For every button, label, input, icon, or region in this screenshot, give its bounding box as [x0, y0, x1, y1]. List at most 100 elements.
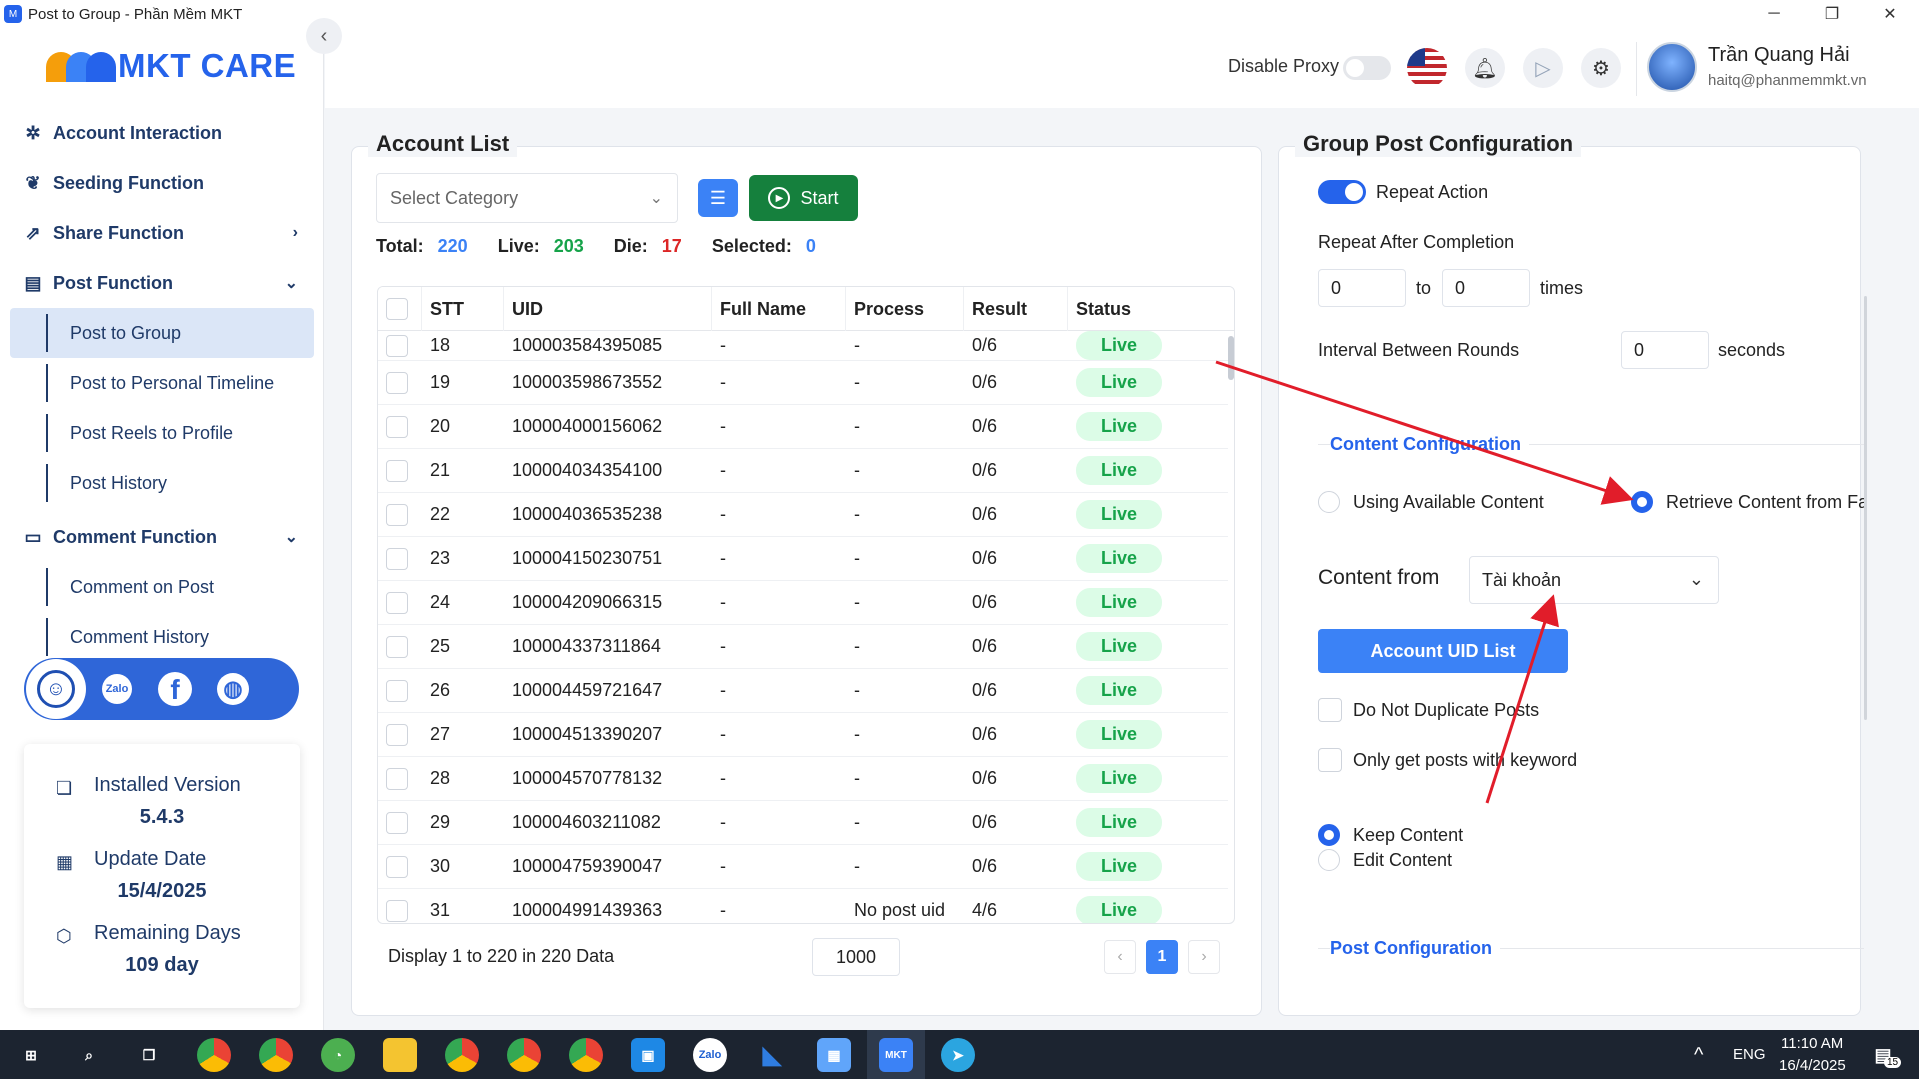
next-page-button[interactable]: › [1188, 940, 1220, 974]
app-icon[interactable]: ◣ [755, 1038, 789, 1072]
zalo-icon[interactable]: Zalo [693, 1038, 727, 1072]
minimize-button[interactable]: ─ [1745, 0, 1803, 28]
row-checkbox[interactable] [386, 855, 408, 878]
config-scrollbar[interactable] [1864, 296, 1867, 720]
chrome-icon[interactable] [569, 1038, 603, 1072]
proxy-toggle[interactable] [1343, 56, 1391, 80]
bell-icon[interactable]: 🔔︎ [1465, 48, 1505, 88]
row-checkbox[interactable] [386, 371, 408, 394]
filter-button[interactable]: ☰ [698, 179, 738, 217]
row-checkbox[interactable] [386, 723, 408, 746]
mkt-care-icon[interactable]: MKT [879, 1038, 913, 1072]
row-checkbox[interactable] [386, 415, 408, 438]
retrieve-content-radio[interactable] [1631, 491, 1653, 513]
table-row[interactable]: 18 100003584395085 - - 0/6 Live [378, 331, 1228, 361]
column-header[interactable]: Full Name [712, 287, 846, 331]
row-checkbox[interactable] [386, 767, 408, 790]
row-checkbox[interactable] [386, 459, 408, 482]
chrome-icon[interactable] [445, 1038, 479, 1072]
table-row[interactable]: 28 100004570778132 - - 0/6 Live [378, 757, 1228, 801]
sidebar-item-comment-function[interactable]: ▭ Comment Function ⌄ [0, 512, 324, 562]
table-row[interactable]: 22 100004036535238 - - 0/6 Live [378, 493, 1228, 537]
support-icon[interactable]: ☺ [26, 659, 86, 719]
sidebar-item-comment-history[interactable]: Comment History [0, 612, 324, 662]
avatar[interactable] [1647, 42, 1697, 92]
sidebar-item-account-interaction[interactable]: ✲ Account Interaction [0, 108, 324, 158]
search-icon[interactable]: ⌕ [72, 1038, 106, 1072]
table-row[interactable]: 21 100004034354100 - - 0/6 Live [378, 449, 1228, 493]
edit-content-radio[interactable] [1318, 849, 1340, 871]
column-header[interactable]: Result [964, 287, 1068, 331]
restore-button[interactable]: ❐ [1803, 0, 1861, 28]
app-icon[interactable]: ◔ [321, 1038, 355, 1072]
row-checkbox[interactable] [386, 547, 408, 570]
table-row[interactable]: 31 100004991439363 - No post uid 4/6 Live [378, 889, 1228, 923]
zalo-icon[interactable]: Zalo [90, 662, 144, 716]
page-button[interactable]: 1 [1146, 940, 1178, 974]
sidebar-item-post-reels-to-profile[interactable]: Post Reels to Profile [0, 408, 324, 458]
select-all-checkbox[interactable] [386, 298, 408, 320]
app-icon[interactable]: ▦ [817, 1038, 851, 1072]
clock-time[interactable]: 11:10 AM [1781, 1035, 1843, 1052]
using-available-content-radio[interactable] [1318, 491, 1340, 513]
chrome-icon[interactable] [507, 1038, 541, 1072]
table-row[interactable]: 29 100004603211082 - - 0/6 Live [378, 801, 1228, 845]
column-header[interactable]: Process [846, 287, 964, 331]
chrome-icon[interactable] [259, 1038, 293, 1072]
keyword-checkbox[interactable] [1318, 748, 1342, 772]
start-button[interactable]: ▶ Start [749, 175, 858, 221]
task-view-icon[interactable]: ❐ [132, 1038, 166, 1072]
row-checkbox[interactable] [386, 635, 408, 658]
play-icon[interactable]: ▷ [1523, 48, 1563, 88]
sidebar-item-post-function[interactable]: ▤ Post Function ⌄ [0, 258, 324, 308]
row-checkbox[interactable] [386, 503, 408, 526]
table-row[interactable]: 27 100004513390207 - - 0/6 Live [378, 713, 1228, 757]
repeat-to-input[interactable]: 0 [1442, 269, 1530, 307]
column-header[interactable]: UID [504, 287, 712, 331]
row-checkbox[interactable] [386, 591, 408, 614]
telegram-icon[interactable]: ➤ [941, 1038, 975, 1072]
us-flag-icon[interactable] [1407, 48, 1447, 88]
column-header[interactable]: Status [1068, 287, 1234, 331]
chrome-icon[interactable] [197, 1038, 231, 1072]
language-indicator[interactable]: ENG [1733, 1046, 1766, 1063]
account-uid-list-button[interactable]: Account UID List [1318, 629, 1568, 673]
row-checkbox[interactable] [386, 811, 408, 834]
prev-page-button[interactable]: ‹ [1104, 940, 1136, 974]
sidebar-item-seeding-function[interactable]: ❦ Seeding Function [0, 158, 324, 208]
sidebar-item-post-history[interactable]: Post History [0, 458, 324, 508]
repeat-from-input[interactable]: 0 [1318, 269, 1406, 307]
gear-icon[interactable]: ⚙ [1581, 48, 1621, 88]
globe-icon[interactable]: ◍ [206, 662, 260, 716]
sidebar-item-comment-on-post[interactable]: Comment on Post [0, 562, 324, 612]
content-from-select[interactable]: Tài khoản ⌄ [1469, 556, 1719, 604]
clock-date[interactable]: 16/4/2025 [1779, 1057, 1846, 1074]
page-size-input[interactable]: 1000 [812, 938, 900, 976]
table-row[interactable]: 24 100004209066315 - - 0/6 Live [378, 581, 1228, 625]
row-checkbox[interactable] [386, 334, 408, 357]
repeat-toggle[interactable] [1318, 180, 1366, 204]
sidebar-item-post-to-personal-timeline[interactable]: Post to Personal Timeline [0, 358, 324, 408]
row-checkbox[interactable] [386, 679, 408, 702]
table-row[interactable]: 19 100003598673552 - - 0/6 Live [378, 361, 1228, 405]
table-row[interactable]: 30 100004759390047 - - 0/6 Live [378, 845, 1228, 889]
table-scrollbar[interactable] [1228, 336, 1234, 380]
interval-input[interactable]: 0 [1621, 331, 1709, 369]
facebook-icon[interactable]: f [148, 662, 202, 716]
tray-chevron-icon[interactable]: ^ [1694, 1044, 1703, 1067]
column-header[interactable]: STT [422, 287, 504, 331]
folder-icon[interactable] [383, 1038, 417, 1072]
table-row[interactable]: 25 100004337311864 - - 0/6 Live [378, 625, 1228, 669]
table-row[interactable]: 20 100004000156062 - - 0/6 Live [378, 405, 1228, 449]
no-duplicate-checkbox[interactable] [1318, 698, 1342, 722]
collapse-sidebar-button[interactable]: ‹ [306, 18, 342, 54]
sidebar-item-post-to-group[interactable]: Post to Group [10, 308, 314, 358]
sidebar-item-share-function[interactable]: ⇗ Share Function › [0, 208, 324, 258]
close-button[interactable]: ✕ [1861, 0, 1919, 28]
keep-content-radio[interactable] [1318, 824, 1340, 846]
table-row[interactable]: 23 100004150230751 - - 0/6 Live [378, 537, 1228, 581]
remote-desktop-icon[interactable]: ▣ [631, 1038, 665, 1072]
table-row[interactable]: 26 100004459721647 - - 0/6 Live [378, 669, 1228, 713]
row-checkbox[interactable] [386, 899, 408, 922]
windows-start-icon[interactable]: ⊞ [14, 1038, 48, 1072]
